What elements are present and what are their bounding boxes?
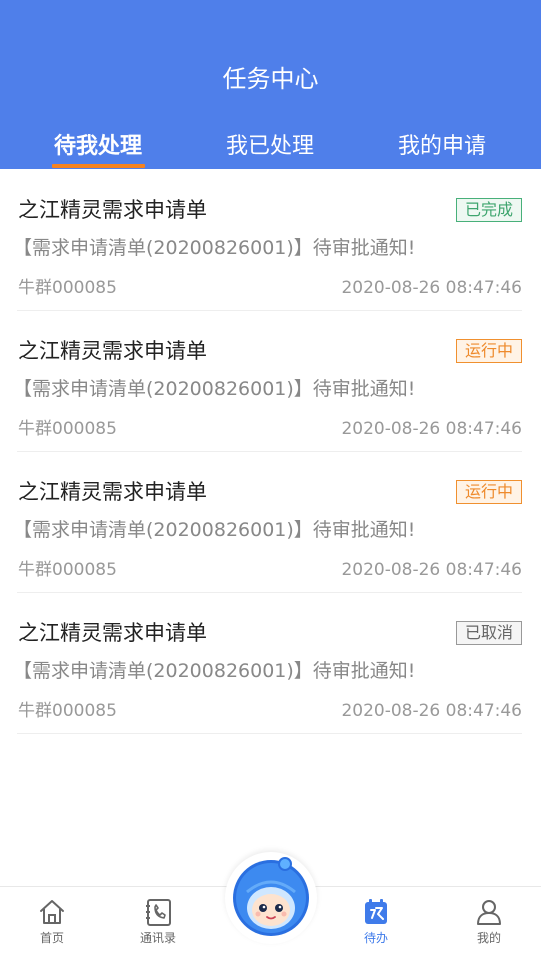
mascot-robot-icon [233,857,309,936]
task-time: 2020-08-26 08:47:46 [341,278,522,298]
page-title: 任务中心 [222,65,319,93]
tab-pending[interactable]: 待我处理 [40,126,156,168]
task-title: 之江精灵需求申请单 [18,198,207,222]
tabbar-label-todo: 待办 [363,931,388,945]
phone-book-icon [146,899,171,926]
task-title: 之江精灵需求申请单 [18,621,207,645]
mascot-button[interactable] [225,852,317,944]
task-user: 牛群000085 [18,278,117,298]
task-time: 2020-08-26 08:47:46 [341,560,522,580]
tabbar-item-home[interactable]: 首页 [17,897,87,946]
task-title: 之江精灵需求申请单 [18,480,207,504]
task-item[interactable]: 之江精灵需求申请单 已取消 【需求申请清单(20200826001)】待审批通知… [13,593,522,734]
task-item[interactable]: 之江精灵需求申请单 已完成 【需求申请清单(20200826001)】待审批通知… [13,170,522,311]
status-badge: 运行中 [455,480,522,504]
task-item[interactable]: 之江精灵需求申请单 运行中 【需求申请清单(20200826001)】待审批通知… [13,452,522,593]
status-badge: 已取消 [455,621,522,645]
task-time: 2020-08-26 08:47:46 [341,701,522,721]
status-badge: 运行中 [455,339,522,363]
task-time: 2020-08-26 08:47:46 [341,419,522,439]
tabbar-label-home: 首页 [39,931,64,945]
status-badge: 已完成 [455,198,522,222]
header: 任务中心 待我处理 我已处理 我的申请 [0,0,541,169]
tabbar-item-contacts[interactable]: 通讯录 [123,897,193,946]
task-description: 【需求申请清单(20200826001)】待审批通知! [13,660,416,682]
task-user: 牛群000085 [18,560,117,580]
task-user: 牛群000085 [18,701,117,721]
active-tab-indicator [52,164,145,168]
tab-my-applications[interactable]: 我的申请 [384,126,500,168]
task-description: 【需求申请清单(20200826001)】待审批通知! [13,237,416,259]
task-list: 之江精灵需求申请单 已完成 【需求申请清单(20200826001)】待审批通知… [0,170,541,734]
tabbar-item-todo[interactable]: 待办 [341,897,411,946]
tabbar-label-contacts: 通讯录 [139,931,176,945]
task-description: 【需求申请清单(20200826001)】待审批通知! [13,519,416,541]
task-description: 【需求申请清单(20200826001)】待审批通知! [13,378,416,400]
tabbar-item-mine[interactable]: 我的 [454,897,524,946]
todo-calendar-icon [365,899,387,924]
tab-processed[interactable]: 我已处理 [212,126,328,168]
task-item[interactable]: 之江精灵需求申请单 运行中 【需求申请清单(20200826001)】待审批通知… [13,311,522,452]
home-icon [40,900,64,924]
tabbar-label-mine: 我的 [476,931,501,945]
task-user: 牛群000085 [18,419,117,439]
user-icon [477,900,501,925]
task-title: 之江精灵需求申请单 [18,339,207,363]
